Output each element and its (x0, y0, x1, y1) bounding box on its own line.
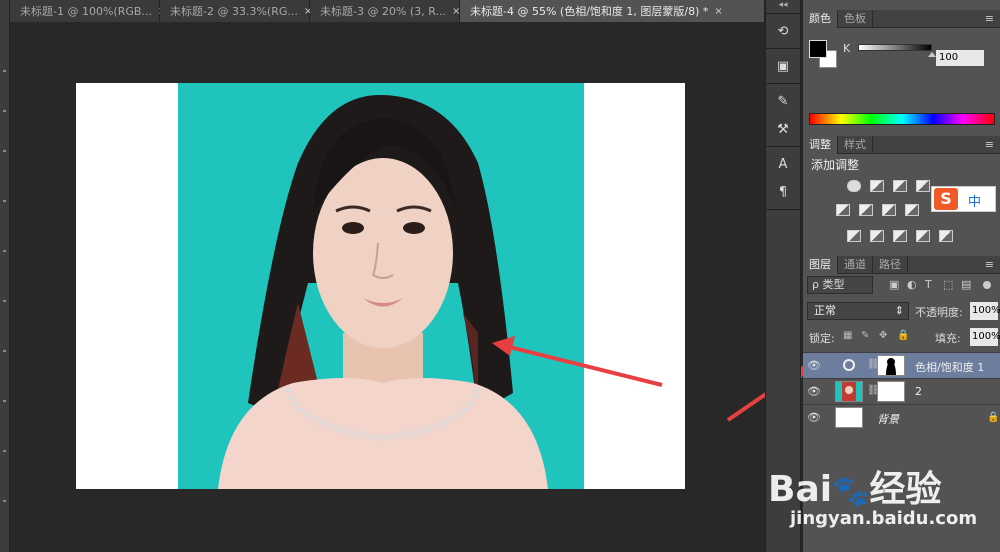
ime-toolbar[interactable]: S 中 (931, 186, 996, 212)
panel-menu-icon[interactable]: ≡ (985, 136, 1000, 153)
curves-icon[interactable] (893, 180, 907, 192)
color-spectrum[interactable] (809, 113, 995, 125)
slider-thumb-icon[interactable] (928, 52, 936, 57)
history-icon[interactable]: ⟲ (771, 20, 795, 42)
layer-thumbnail[interactable] (835, 407, 863, 428)
smart-object-filter-icon[interactable]: ▤ (961, 279, 972, 290)
adjustment-layer-icon (835, 355, 863, 376)
foreground-color-swatch[interactable] (809, 40, 827, 58)
baidu-watermark: Bai🐾经验 (768, 460, 941, 512)
arrow-head (492, 336, 515, 356)
blend-mode-value: 正常 (814, 304, 836, 317)
tab-adjustments[interactable]: 调整 (803, 136, 838, 154)
divider (766, 146, 800, 147)
layer-row-hue-saturation[interactable]: 👁 ⛓ 色相/饱和度 1 (803, 352, 1000, 378)
layer-row-background[interactable]: 👁 背景 🔒 (803, 404, 1000, 430)
vibrance-icon[interactable] (836, 204, 850, 216)
layer-thumbnail[interactable] (835, 381, 863, 402)
text-filter-icon[interactable]: T (925, 279, 936, 290)
layer-name[interactable]: 色相/饱和度 1 (915, 359, 984, 375)
exposure-icon[interactable] (916, 180, 930, 192)
pixel-filter-icon[interactable]: ▣ (889, 279, 900, 290)
visibility-eye-icon[interactable]: 👁 (807, 386, 821, 398)
fill-label: 填充: (935, 332, 961, 345)
paw-icon: 🐾 (832, 474, 870, 509)
gradient-map-icon[interactable] (916, 230, 930, 242)
color-panel-tabs: 颜色 色板 ≡ (803, 10, 1000, 28)
lock-position-icon[interactable]: ✥ (879, 330, 890, 341)
tool-presets-icon[interactable]: ⚒ (771, 118, 795, 140)
adjustments-panel-tabs: 调整 样式 ≡ (803, 136, 1000, 154)
character-icon[interactable]: A (771, 153, 795, 175)
tab-layers[interactable]: 图层 (803, 256, 838, 274)
add-adjustment-label: 添加调整 (811, 158, 860, 172)
divider (766, 83, 800, 84)
arrow-to-hair (504, 344, 663, 387)
filter-toggle-icon[interactable] (983, 281, 991, 289)
sogou-logo-icon[interactable]: S (934, 188, 958, 210)
divider (766, 209, 800, 210)
dropdown-arrow-icon: ⇕ (894, 304, 904, 317)
filter-type-select[interactable]: ρ 类型 (807, 276, 873, 294)
opacity-field[interactable]: 100% (970, 302, 1000, 320)
layer-mask-thumbnail[interactable] (877, 381, 905, 402)
opacity-label: 不透明度: (915, 306, 963, 319)
tab-styles[interactable]: 样式 (838, 136, 873, 154)
panel-menu-icon[interactable]: ≡ (985, 256, 1000, 273)
color-balance-icon[interactable] (882, 204, 896, 216)
blend-mode-select[interactable]: 正常 ⇕ (807, 302, 909, 320)
visibility-eye-icon[interactable]: 👁 (807, 412, 821, 424)
lock-label: 锁定: (809, 332, 835, 345)
watermark-brand: Bai (768, 469, 833, 510)
levels-icon[interactable] (870, 180, 884, 192)
selective-color-icon[interactable] (939, 230, 953, 242)
brush-icon[interactable]: ✎ (771, 90, 795, 112)
adjustments-panel: 调整 样式 ≡ 添加调整 S 中 (803, 136, 1000, 254)
ime-mode[interactable]: 中 (968, 191, 981, 210)
k-value-field[interactable]: 100 (936, 50, 984, 66)
lock-image-icon[interactable]: ✎ (861, 330, 872, 341)
lock-transparent-icon[interactable]: ▦ (843, 330, 854, 341)
layer-filter-row: ρ 类型 ▣ ◐ T ⬚ ▤ (807, 276, 996, 294)
layer-name[interactable]: 背景 (877, 411, 899, 427)
threshold-icon[interactable] (893, 230, 907, 242)
visibility-eye-icon[interactable]: 👁 (807, 360, 821, 372)
tab-color[interactable]: 颜色 (803, 10, 838, 28)
divider (766, 48, 800, 49)
k-slider[interactable] (858, 44, 932, 51)
watermark-url: jingyan.baidu.com (790, 508, 978, 529)
lock-icon: 🔒 (987, 412, 1000, 423)
color-panel: 颜色 色板 ≡ K 100 (803, 10, 1000, 130)
lock-all-icon[interactable]: 🔒 (897, 330, 909, 341)
shape-filter-icon[interactable]: ⬚ (943, 279, 954, 290)
collapse-icon[interactable]: ◂◂ (766, 0, 800, 14)
layer-name[interactable]: 2 (915, 385, 922, 398)
tab-swatches[interactable]: 色板 (838, 10, 873, 28)
layer-row-2[interactable]: 👁 ⛓ 2 (803, 378, 1000, 404)
panel-menu-icon[interactable]: ≡ (985, 10, 1000, 27)
adjustment-filter-icon[interactable]: ◐ (907, 279, 918, 290)
black-white-icon[interactable] (905, 204, 919, 216)
posterize-icon[interactable] (870, 230, 884, 242)
tab-channels[interactable]: 通道 (838, 256, 873, 274)
brightness-icon[interactable] (847, 180, 861, 192)
paragraph-icon[interactable]: ¶ (771, 181, 795, 203)
watermark-suffix: 经验 (869, 469, 942, 510)
fill-field[interactable]: 100% (970, 328, 1000, 346)
hue-saturation-icon[interactable] (859, 204, 873, 216)
layer-mask-thumbnail[interactable] (877, 355, 905, 376)
tab-paths[interactable]: 路径 (873, 256, 908, 274)
invert-icon[interactable] (847, 230, 861, 242)
3d-cube-icon[interactable]: ▣ (771, 55, 795, 77)
channel-label: K (843, 42, 851, 55)
layers-panel-tabs: 图层 通道 路径 ≡ (803, 256, 1000, 274)
